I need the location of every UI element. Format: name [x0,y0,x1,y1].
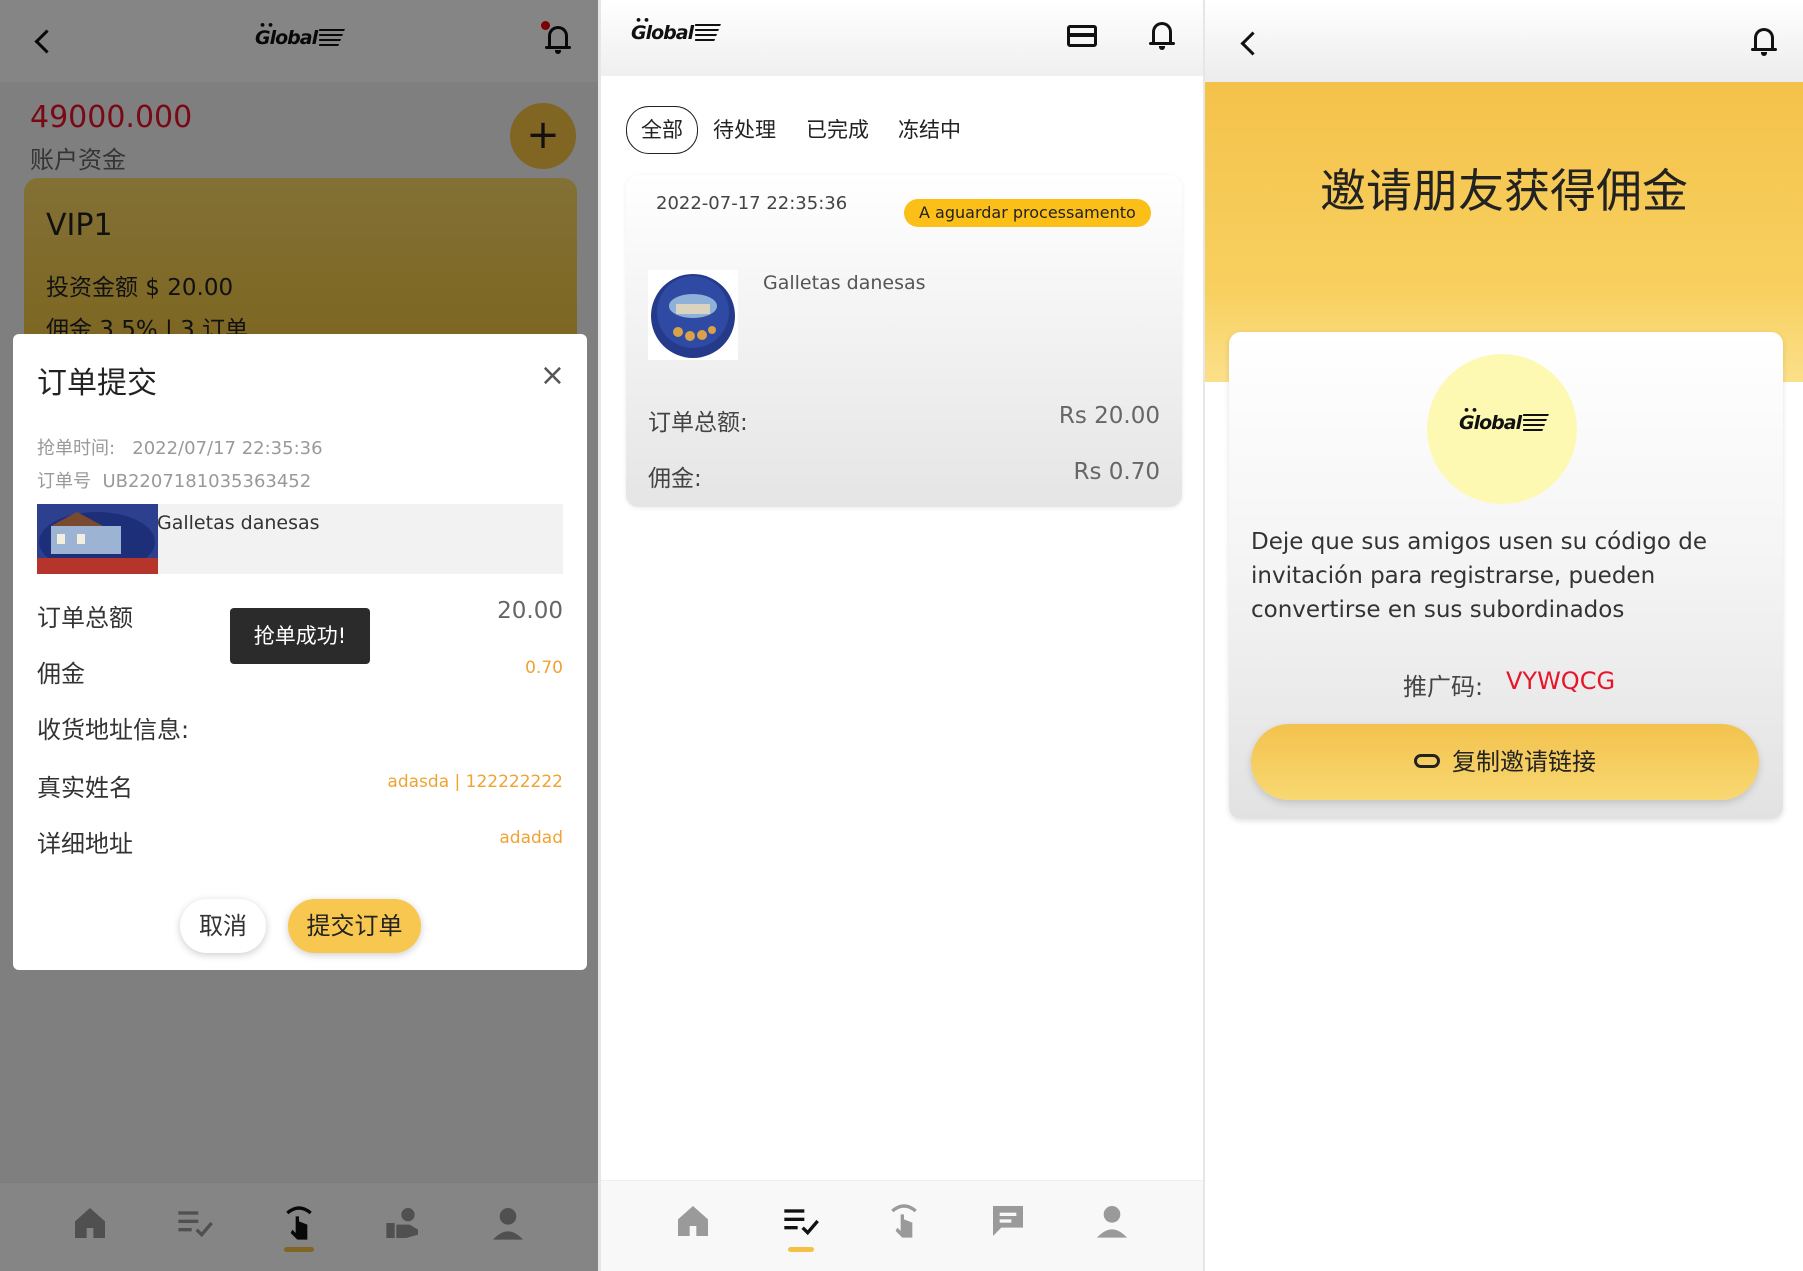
tab-completed[interactable]: 已完成 [806,114,869,144]
grab-time: 抢单时间: 2022/07/17 22:35:36 [37,438,323,459]
header [1205,0,1803,82]
real-name-value: adasda | 122222222 [387,772,563,792]
commission-label: 佣金 [37,660,85,688]
invite-card: •• Global Deje que sus amigos usen su cód… [1229,332,1783,819]
product-name: Galletas danesas [157,512,320,534]
brand-logo: •• Global [1459,404,1550,434]
address-info-label: 收货地址信息: [37,716,190,744]
detail-address-label: 详细地址 [37,830,133,858]
tab-pending[interactable]: 待处理 [713,114,776,144]
product-image [648,270,738,360]
total-value: Rs 20.00 [1058,403,1160,429]
logo-circle: •• Global [1427,354,1577,504]
bell-icon[interactable] [1751,26,1777,56]
orders-panel: •• Global 全部 待处理 已完成 冻结中 2022-07-17 22:35… [601,0,1203,1271]
tab-frozen[interactable]: 冻结中 [898,114,961,144]
status-badge: A aguardar processamento [904,199,1151,227]
cancel-button[interactable]: 取消 [180,899,266,953]
product-image [37,504,158,574]
grab-order-icon[interactable] [884,1201,924,1241]
invite-title: 邀请朋友获得佣金 [1320,164,1688,218]
detail-address-value: adadad [499,828,563,848]
close-icon[interactable]: × [540,358,565,393]
order-list-icon[interactable] [781,1201,821,1241]
product-name: Galletas danesas [763,272,926,294]
promo-code: VYWQCG [1506,667,1616,695]
commission-label: 佣金: [648,466,702,492]
total-value: 20.00 [497,598,563,624]
invite-panel: 邀请朋友获得佣金 •• Global Deje que sus amigos us… [1205,0,1803,1271]
brand-logo: •• Global [631,14,722,44]
total-label: 订单总额: [648,410,748,436]
copy-invite-link-button[interactable]: 复制邀请链接 [1251,724,1759,800]
bell-icon[interactable] [1149,20,1175,50]
grab-order-panel: •• Global 49000.000 账户资金 + VIP1 投资金额 $ 20… [0,0,598,1271]
profile-icon[interactable] [1092,1201,1132,1241]
order-card[interactable]: 2022-07-17 22:35:36 A aguardar processam… [626,175,1182,507]
order-datetime: 2022-07-17 22:35:36 [656,193,848,214]
copy-button-label: 复制邀请链接 [1452,748,1596,776]
commission-value: 0.70 [525,658,563,678]
total-label: 订单总额 [37,604,133,632]
back-arrow-icon[interactable] [1240,31,1265,56]
header: •• Global [601,0,1203,76]
success-toast: 抢单成功! [230,608,370,664]
invite-description: Deje que sus amigos usen su código de in… [1251,529,1707,623]
link-icon [1414,754,1440,768]
bottom-nav [601,1180,1203,1271]
active-tab-indicator [788,1247,814,1252]
submit-order-button[interactable]: 提交订单 [288,899,421,953]
home-icon[interactable] [673,1201,713,1241]
message-icon[interactable] [988,1201,1028,1241]
card-icon[interactable] [1067,25,1097,47]
modal-title: 订单提交 [37,366,157,401]
commission-value: Rs 0.70 [1073,459,1161,485]
promo-code-label: 推广码: [1403,673,1484,701]
order-number: 订单号 UB2207181035363452 [37,471,312,492]
real-name-label: 真实姓名 [37,774,133,802]
tab-all[interactable]: 全部 [626,106,698,154]
